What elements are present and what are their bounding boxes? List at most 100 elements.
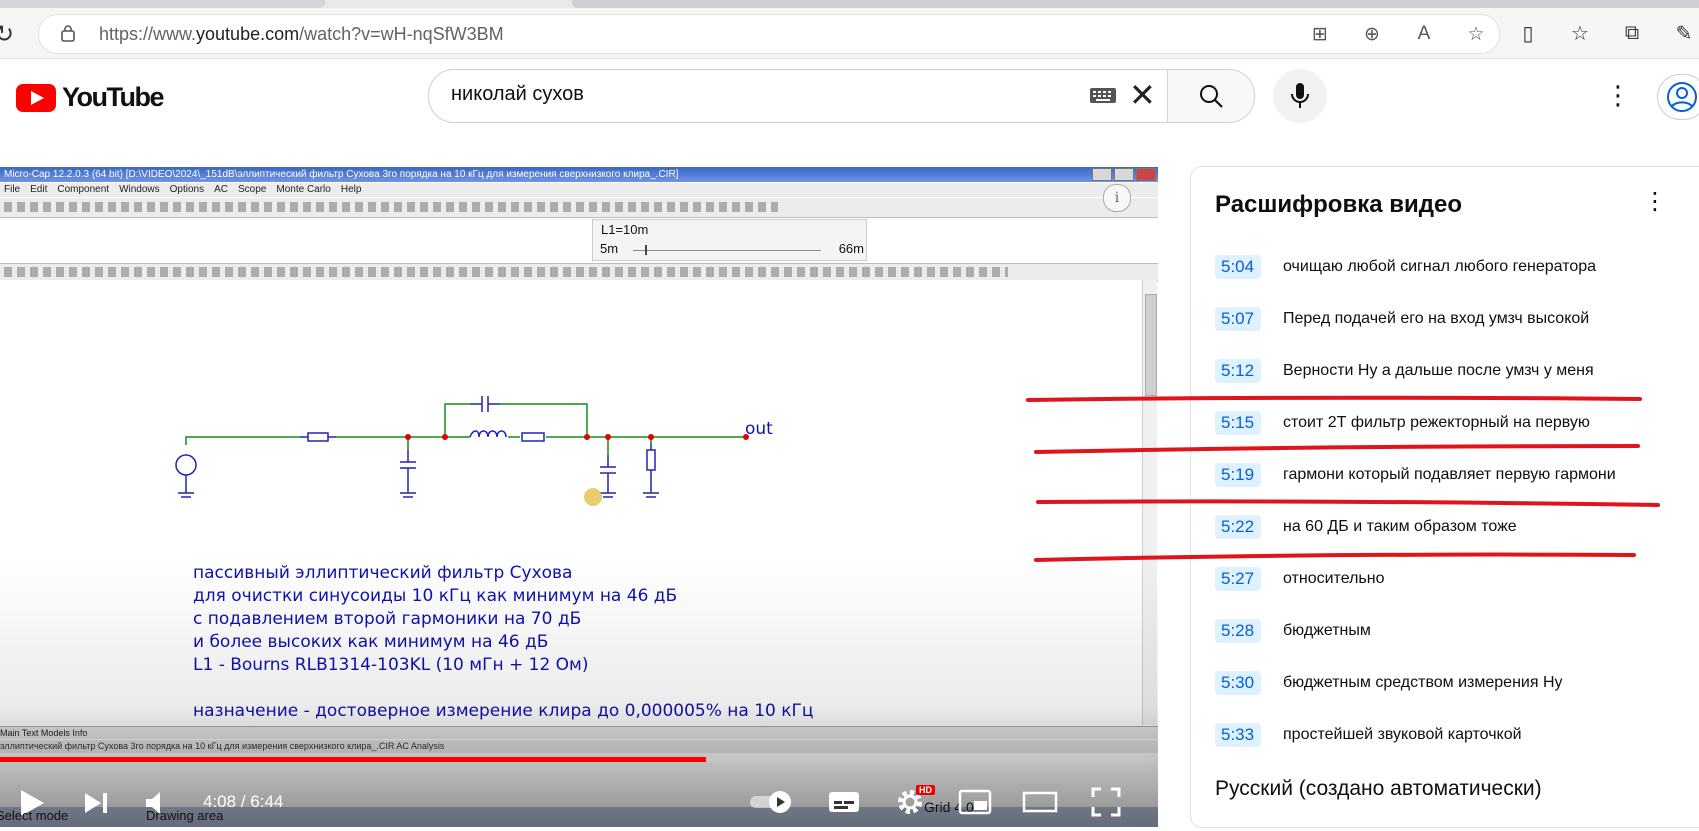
- autoplay-toggle[interactable]: [748, 787, 798, 817]
- settings-more-icon[interactable]: ⋮: [1605, 80, 1631, 111]
- transcript-segment[interactable]: 5:27 относительно: [1215, 564, 1384, 594]
- transcript-segment[interactable]: 5:12 Верности Ну а дальше после умзч у ме…: [1215, 356, 1594, 386]
- transcript-segment[interactable]: 5:07 Перед подачей его на вход умзч высок…: [1215, 304, 1589, 334]
- annotation-line: с подавлением второй гармоники на 70 дБ: [193, 609, 582, 629]
- app-menu-bar: File Edit Component Windows Options AC S…: [0, 183, 1158, 197]
- read-aloud-icon[interactable]: A: [1409, 19, 1439, 49]
- fullscreen-button[interactable]: [1086, 785, 1126, 819]
- tab-inactive[interactable]: [0, 0, 325, 8]
- transcript-panel: Расшифровка видео ⋮ 5:04 очищаю любой сиг…: [1190, 166, 1699, 828]
- wires: [185, 403, 746, 455]
- tab-active[interactable]: [572, 0, 1699, 8]
- transcript-segment[interactable]: 5:19 гармони который подавляет первую гар…: [1215, 460, 1616, 490]
- apps-icon[interactable]: ⊞: [1305, 19, 1335, 49]
- collections-icon[interactable]: ⧉: [1617, 18, 1647, 48]
- annotation-line: для очистки синусоиды 10 кГц как минимум…: [193, 586, 678, 606]
- miniplayer-icon: [958, 789, 992, 815]
- segment-text: на 60 ДБ и таким образом тоже: [1283, 518, 1517, 535]
- time-display: 4:08 / 6:44: [203, 792, 283, 812]
- menu-item: AC: [214, 184, 229, 195]
- voice-search-button[interactable]: [1273, 69, 1327, 123]
- extensions-icon[interactable]: ✎: [1669, 18, 1699, 48]
- segment-text: очищаю любой сигнал любого генератора: [1283, 258, 1597, 275]
- annotation-line: пассивный эллиптический фильтр Сухова: [193, 563, 573, 583]
- transcript-segment[interactable]: 5:22 на 60 ДБ и таким образом тоже: [1215, 512, 1517, 542]
- resistor-symbol: [521, 432, 545, 442]
- time-total: 6:44: [250, 792, 284, 811]
- segment-timestamp[interactable]: 5:22: [1215, 515, 1261, 539]
- ground-symbol: [643, 443, 659, 498]
- search-button[interactable]: [1167, 70, 1254, 122]
- search-icon: [1200, 85, 1223, 108]
- segment-timestamp[interactable]: 5:28: [1215, 619, 1261, 643]
- transcript-segment[interactable]: 5:04 очищаю любой сигнал любого генератор…: [1215, 252, 1596, 282]
- address-bar[interactable]: https://www.youtube.com/watch?v=wH-nqSfW…: [38, 14, 1500, 54]
- browser-toolbar: ↻ https://www.youtube.com/watch?v=wH-nqS…: [0, 8, 1699, 59]
- annotation-line: L1 - Bourns RLB1314-103KL (10 мГн + 12 О…: [193, 655, 589, 675]
- miniplayer-button[interactable]: [954, 787, 996, 817]
- status-select-mode: Select mode: [0, 808, 69, 823]
- segment-timestamp[interactable]: 5:04: [1215, 255, 1261, 279]
- annotation-line: назначение - достоверное измерение клира…: [193, 701, 814, 721]
- segment-timestamp[interactable]: 5:19: [1215, 463, 1261, 487]
- slider-track: [633, 250, 821, 251]
- segment-timestamp[interactable]: 5:15: [1215, 411, 1261, 435]
- theater-mode-button[interactable]: [1018, 787, 1062, 817]
- progress-bar[interactable]: [0, 757, 1145, 762]
- segment-timestamp[interactable]: 5:07: [1215, 307, 1261, 331]
- next-button[interactable]: [78, 785, 114, 821]
- app-component-toolbar: [0, 263, 1158, 281]
- segment-text: бюджетным: [1283, 622, 1371, 639]
- favorites-icon[interactable]: ☆: [1565, 18, 1595, 48]
- schematic-annotation: пассивный эллиптический фильтр Сухова дл…: [193, 562, 813, 723]
- subtitles-button[interactable]: [824, 787, 864, 817]
- reload-icon[interactable]: ↻: [0, 20, 14, 49]
- segment-timestamp[interactable]: 5:27: [1215, 567, 1261, 591]
- url-domain: youtube.com: [196, 24, 300, 44]
- tab-strip: [0, 0, 1699, 8]
- youtube-play-icon: [16, 83, 56, 112]
- favorite-star-icon[interactable]: ☆: [1461, 19, 1491, 49]
- transcript-more-icon[interactable]: ⋮: [1643, 187, 1667, 216]
- menu-item: Help: [340, 184, 362, 195]
- transcript-segment[interactable]: 5:33 простейшей звуковой карточкой: [1215, 720, 1522, 750]
- slider-min: 5m: [600, 241, 619, 256]
- segment-timestamp[interactable]: 5:12: [1215, 359, 1261, 383]
- microphone-icon: [1291, 83, 1309, 108]
- video-info-button[interactable]: i: [1103, 184, 1131, 212]
- segment-timestamp[interactable]: 5:33: [1215, 723, 1261, 747]
- ground-symbol: [178, 475, 194, 498]
- clear-search-icon[interactable]: ✕: [1129, 76, 1156, 114]
- url-prefix: https://www.: [99, 24, 197, 44]
- menu-item: Component: [57, 184, 110, 195]
- slider-max: 66m: [838, 241, 864, 256]
- transcript-language[interactable]: Русский (создано автоматически): [1215, 777, 1542, 801]
- scroll-thumb: [1145, 294, 1157, 396]
- toolbar-icons: [4, 202, 778, 212]
- next-icon: [85, 793, 107, 813]
- transcript-segment[interactable]: 5:30 бюджетным средством измерения Ну: [1215, 668, 1563, 698]
- sign-in-avatar-icon[interactable]: [1657, 74, 1699, 120]
- split-screen-icon[interactable]: ▯: [1513, 18, 1543, 48]
- account-icon: [1667, 82, 1697, 112]
- capacitor-symbol: [470, 396, 500, 412]
- browser-actions: ▯ ☆ ⧉ ✎: [1513, 18, 1699, 48]
- address-bar-actions: ⊞ ⊕ A ☆: [1305, 19, 1491, 49]
- search-input[interactable]: николай сухов: [451, 83, 584, 106]
- youtube-logo[interactable]: YouTube: [16, 82, 164, 113]
- segment-timestamp[interactable]: 5:30: [1215, 671, 1261, 695]
- menu-item: Options: [169, 184, 205, 195]
- segment-text: Верности Ну а дальше после умзч у меня: [1283, 362, 1594, 379]
- keyboard-icon[interactable]: [1089, 85, 1117, 105]
- cursor-highlight: [584, 488, 602, 506]
- video-player[interactable]: Micro-Cap 12.2.0.3 (64 bit) [D:\VIDEO\20…: [0, 167, 1158, 827]
- app-sheet-tabs: Main Text Models Info: [0, 726, 1158, 739]
- url-text[interactable]: https://www.youtube.com/watch?v=wH-nqSfW…: [99, 24, 504, 45]
- menu-item: File: [4, 184, 21, 195]
- app-toolbar: [0, 198, 1158, 218]
- transcript-segment[interactable]: 5:28 бюджетным: [1215, 616, 1371, 646]
- zoom-icon[interactable]: ⊕: [1357, 19, 1387, 49]
- transcript-segment[interactable]: 5:15 стоит 2Т фильтр режекторный на перву…: [1215, 408, 1590, 438]
- progress-played: [0, 757, 707, 762]
- lock-icon[interactable]: [61, 24, 75, 42]
